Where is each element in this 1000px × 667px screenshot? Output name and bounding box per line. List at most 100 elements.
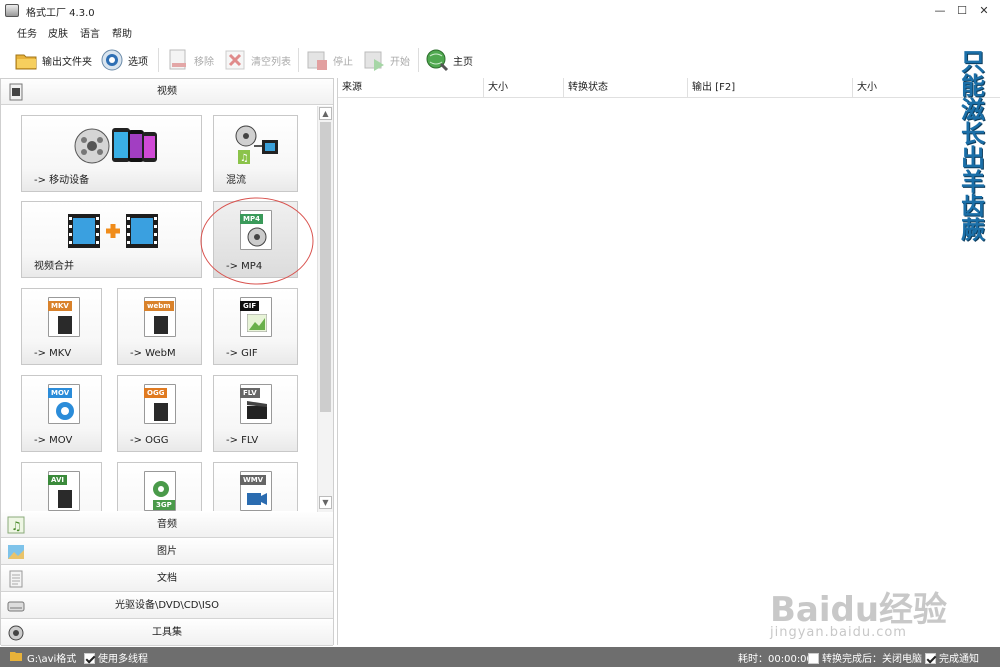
menu-skin[interactable]: 皮肤 (48, 25, 68, 40)
format-badge: GIF (240, 301, 260, 311)
menu-task[interactable]: 任务 (17, 25, 37, 40)
format-badge: 3GP (153, 500, 175, 510)
after-convert-label: 转换完成后：关闭电脑 (822, 654, 922, 665)
format-badge: FLV (240, 388, 260, 398)
tile-mobile-device[interactable]: -> 移动设备 (21, 115, 202, 192)
tile-3gp[interactable]: 3GP (117, 462, 202, 511)
webm-file-icon: webm (144, 297, 176, 337)
optical-drive-icon (7, 597, 25, 615)
start-button[interactable]: 开始 (362, 46, 410, 74)
app-icon (5, 4, 19, 17)
category-document[interactable]: 文档 (1, 566, 333, 592)
format-badge: WMV (240, 475, 267, 485)
tile-wmv[interactable]: WMV (213, 462, 298, 511)
column-source[interactable]: 来源 (338, 78, 484, 98)
tile-label: -> FLV (226, 435, 259, 446)
tile-ogg[interactable]: OGG -> OGG (117, 375, 202, 452)
tile-mux[interactable]: ♫ 混流 (213, 115, 298, 192)
video-merge-icon (68, 214, 158, 248)
play-icon (362, 48, 386, 72)
menu-help[interactable]: 帮助 (112, 25, 132, 40)
baidu-watermark-logo: Baidu经验 (770, 590, 948, 630)
tile-webm[interactable]: webm -> WebM (117, 288, 202, 365)
3gp-file-icon: 3GP (144, 471, 176, 511)
category-audio-label: 音频 (157, 519, 177, 530)
folder-status-icon[interactable] (10, 650, 22, 665)
tile-gif[interactable]: GIF -> GIF (213, 288, 298, 365)
gear-icon (100, 48, 124, 72)
mobile-device-icon (74, 128, 157, 164)
ogg-file-icon: OGG (144, 384, 176, 424)
checkbox-checked-icon (84, 653, 95, 664)
menu-language[interactable]: 语言 (80, 25, 100, 40)
tile-label: -> MOV (34, 435, 73, 446)
remove-label: 移除 (194, 56, 214, 68)
tile-flv[interactable]: FLV -> FLV (213, 375, 298, 452)
tile-avi[interactable]: AVI (21, 462, 102, 511)
output-folder-button[interactable]: 输出文件夹 (14, 46, 92, 74)
category-panel: 视频 -> 移动设备 ♫ 混流 视频合并 MP4 -> MP4 MKV -> M… (0, 78, 334, 646)
scroll-down-arrow[interactable]: ▼ (319, 496, 332, 509)
category-audio[interactable]: ♫ 音频 (1, 512, 333, 538)
tile-video-merge[interactable]: 视频合并 (21, 201, 202, 278)
after-convert-checkbox[interactable]: 转换完成后：关闭电脑 (808, 650, 922, 665)
tile-mkv[interactable]: MKV -> MKV (21, 288, 102, 365)
home-button[interactable]: 主页 (425, 46, 473, 74)
menu-bar: 任务 皮肤 语言 帮助 (0, 22, 1000, 40)
title-bar: 格式工厂 4.3.0 — ☐ ✕ (0, 0, 1000, 22)
tile-label: -> OGG (130, 435, 169, 446)
mov-file-icon: MOV (48, 384, 80, 424)
minimize-button[interactable]: — (932, 3, 948, 19)
tile-mov[interactable]: MOV -> MOV (21, 375, 102, 452)
home-label: 主页 (453, 56, 473, 68)
tile-label: 混流 (226, 175, 246, 186)
checkbox-checked-icon (925, 653, 936, 664)
remove-button[interactable]: 移除 (166, 46, 214, 74)
scroll-thumb[interactable] (320, 122, 331, 412)
multithread-checkbox[interactable]: 使用多线程 (84, 650, 148, 665)
tile-label: -> 移动设备 (34, 175, 90, 186)
selection-highlight-circle (200, 197, 314, 285)
tile-label: -> WebM (130, 348, 176, 359)
output-folder-label: 输出文件夹 (42, 56, 92, 68)
elapsed-time: 耗时：00:00:00 (738, 654, 813, 665)
task-list[interactable]: 来源 大小 转换状态 输出 [F2] 大小 (337, 78, 1000, 645)
column-output[interactable]: 输出 [F2] (688, 78, 853, 98)
options-button[interactable]: 选项 (100, 46, 148, 74)
stop-button[interactable]: 停止 (305, 46, 353, 74)
column-status[interactable]: 转换状态 (564, 78, 688, 98)
category-video[interactable]: 视频 (1, 79, 333, 105)
tile-label: 视频合并 (34, 261, 74, 272)
tile-scrollbar[interactable]: ▲ ▼ (317, 106, 333, 512)
video-category-icon (7, 83, 25, 101)
window-title: 格式工厂 4.3.0 (26, 8, 95, 19)
scroll-up-arrow[interactable]: ▲ (319, 107, 332, 120)
category-tools-label: 工具集 (152, 627, 182, 638)
remove-icon (166, 48, 190, 72)
category-document-label: 文档 (157, 573, 177, 584)
category-tools[interactable]: 工具集 (1, 620, 333, 646)
multithread-label: 使用多线程 (98, 654, 148, 665)
svg-text:♫: ♫ (11, 519, 22, 533)
category-optical[interactable]: 光驱设备\DVD\CD\ISO (1, 593, 333, 619)
category-image[interactable]: 图片 (1, 539, 333, 565)
vertical-watermark-text: 只能滋长出羊齿蕨 (961, 48, 985, 244)
folder-icon (14, 48, 38, 72)
mkv-file-icon: MKV (48, 297, 80, 337)
document-icon (7, 570, 25, 588)
avi-file-icon: AVI (48, 471, 80, 511)
flv-file-icon: FLV (240, 384, 272, 424)
status-bar: G:\avi格式 使用多线程 耗时：00:00:00 转换完成后：关闭电脑 完成… (0, 647, 1000, 667)
format-badge: OGG (144, 388, 168, 398)
output-path: G:\avi格式 (27, 654, 77, 665)
start-label: 开始 (390, 56, 410, 68)
clear-list-button[interactable]: 清空列表 (223, 46, 291, 74)
format-badge: webm (144, 301, 174, 311)
notify-checkbox[interactable]: 完成通知 (925, 650, 979, 665)
maximize-button[interactable]: ☐ (954, 3, 970, 19)
close-button[interactable]: ✕ (976, 3, 992, 19)
column-size[interactable]: 大小 (484, 78, 564, 98)
toolbar-divider (418, 48, 419, 72)
format-badge: AVI (48, 475, 67, 485)
toolbar: 输出文件夹 选项 移除 清空列表 停止 开始 主页 (0, 42, 1000, 76)
